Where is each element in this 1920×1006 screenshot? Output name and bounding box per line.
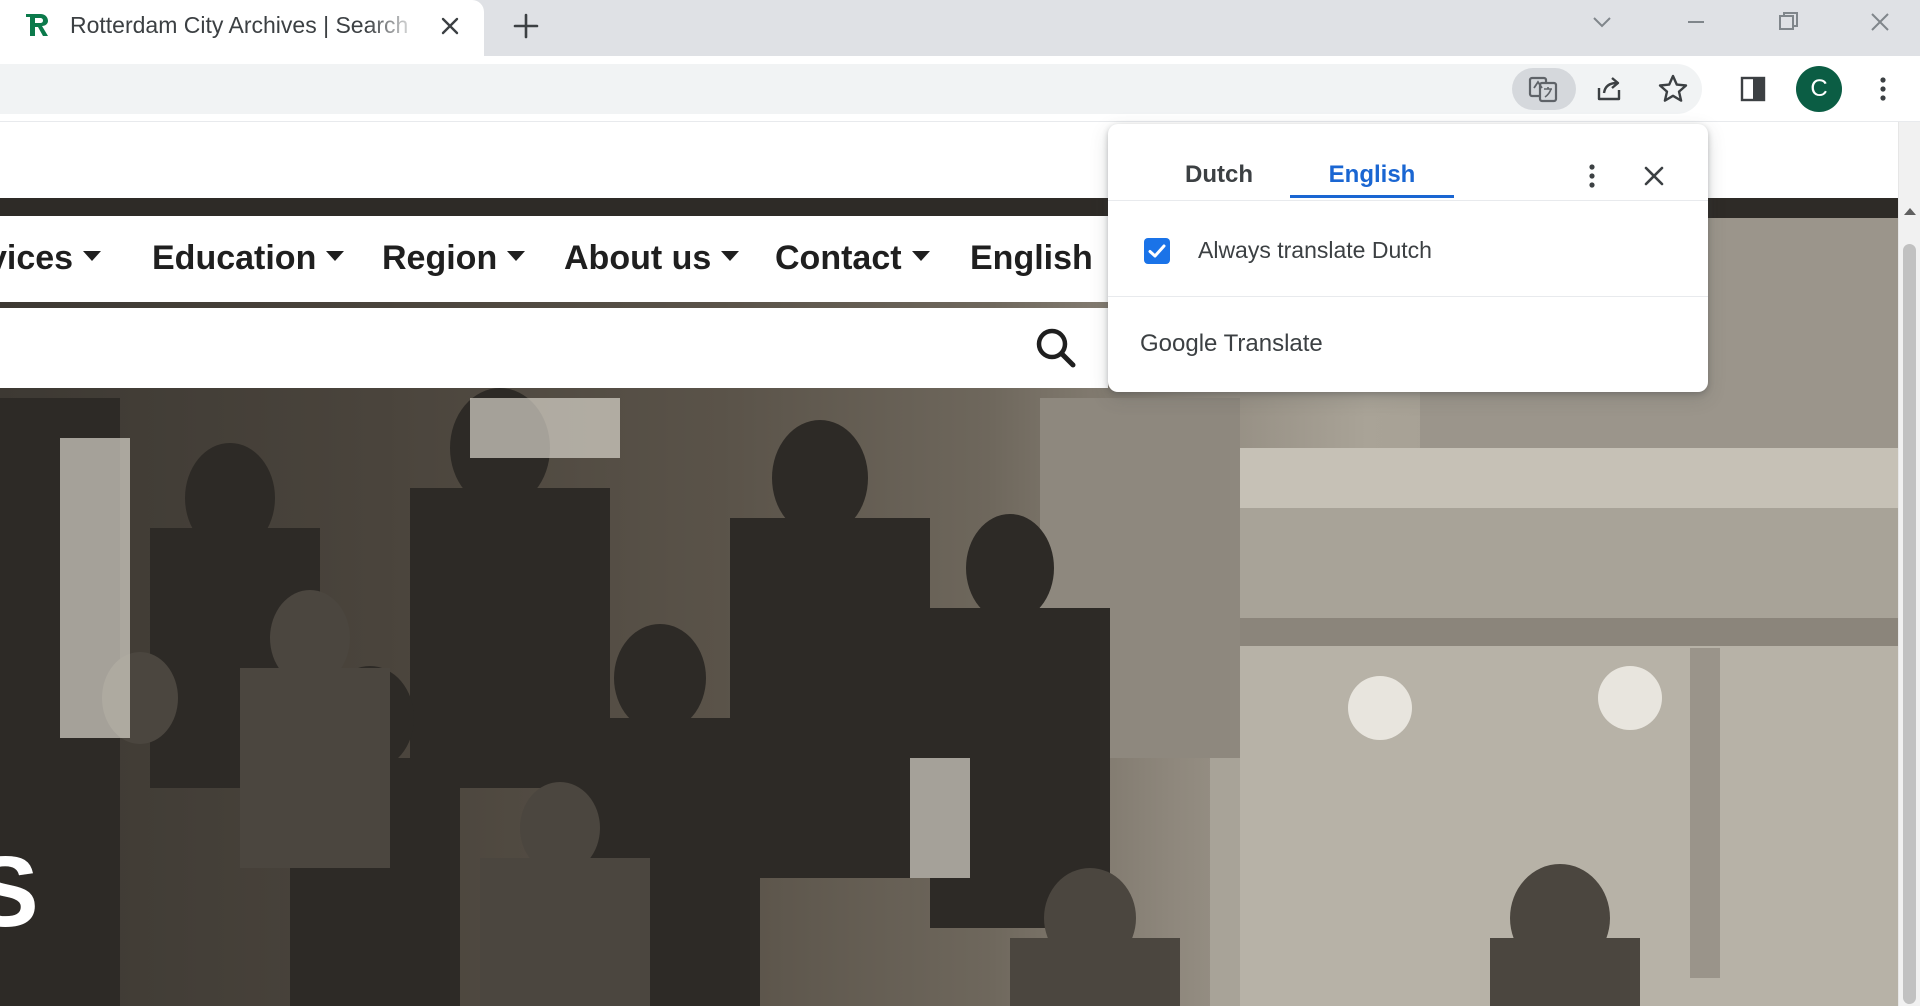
nav-region[interactable]: Region xyxy=(382,236,526,280)
minimize-icon[interactable] xyxy=(1678,4,1714,40)
google-translate-label: Google Translate xyxy=(1140,330,1323,357)
scrollbar-thumb[interactable] xyxy=(1903,244,1916,1004)
browser-toolbar: C xyxy=(0,56,1920,122)
caret-down-icon xyxy=(326,251,345,261)
side-panel-icon[interactable] xyxy=(1732,68,1774,110)
favicon-r-icon xyxy=(26,14,48,36)
chevron-down-icon[interactable] xyxy=(1584,4,1620,40)
page-scrollbar[interactable] xyxy=(1898,122,1920,1006)
restore-icon[interactable] xyxy=(1770,4,1806,40)
plus-icon[interactable] xyxy=(510,10,542,42)
browser-tab[interactable]: Rotterdam City Archives | Search xyxy=(0,0,484,56)
star-icon[interactable] xyxy=(1652,68,1694,110)
divider xyxy=(1108,200,1708,201)
caret-down-icon xyxy=(721,251,740,261)
hero-heading-fragment: S xyxy=(0,836,39,948)
nav-services[interactable]: vices xyxy=(0,236,102,280)
translate-icon xyxy=(1528,76,1558,103)
tab-strip: Rotterdam City Archives | Search xyxy=(0,0,1920,56)
nav-about-label: About us xyxy=(564,239,712,277)
tab-title: Rotterdam City Archives | Search xyxy=(70,12,409,38)
nav-education[interactable]: Education xyxy=(152,236,345,280)
nav-contact-label: Contact xyxy=(775,239,902,277)
nav-contact[interactable]: Contact xyxy=(775,236,930,280)
address-bar[interactable] xyxy=(0,64,1702,114)
tab-english[interactable]: English xyxy=(1290,152,1454,198)
always-translate-label[interactable]: Always translate Dutch xyxy=(1198,234,1432,266)
nav-language[interactable]: English xyxy=(970,236,1093,280)
close-icon[interactable] xyxy=(1634,156,1674,196)
tab-dutch[interactable]: Dutch xyxy=(1144,152,1294,198)
close-icon[interactable] xyxy=(436,12,464,40)
more-options-icon[interactable] xyxy=(1572,156,1612,196)
nav-services-label: vices xyxy=(0,239,74,277)
main-navigation: vices Education Region About us Contact … xyxy=(0,216,1108,302)
search-input[interactable] xyxy=(0,308,1020,388)
scroll-up-arrow-icon[interactable] xyxy=(1904,208,1916,215)
caret-down-icon xyxy=(83,251,102,261)
nav-education-label: Education xyxy=(152,239,317,277)
checkmark-icon xyxy=(1148,244,1166,258)
kebab-menu-icon[interactable] xyxy=(1862,68,1904,110)
translate-button[interactable] xyxy=(1512,68,1576,110)
nav-region-label: Region xyxy=(382,239,498,277)
window-close-icon[interactable] xyxy=(1862,4,1898,40)
profile-avatar[interactable]: C xyxy=(1796,66,1842,112)
caret-down-icon xyxy=(911,251,930,261)
always-translate-checkbox[interactable] xyxy=(1144,238,1170,264)
divider xyxy=(1108,296,1708,297)
site-search-bar xyxy=(0,308,1108,388)
nav-about-us[interactable]: About us xyxy=(564,236,740,280)
share-icon[interactable] xyxy=(1588,68,1630,110)
translate-popup: Dutch English Always translate Dutch Goo… xyxy=(1108,124,1708,392)
search-icon[interactable] xyxy=(1034,326,1078,370)
caret-down-icon xyxy=(507,251,526,261)
